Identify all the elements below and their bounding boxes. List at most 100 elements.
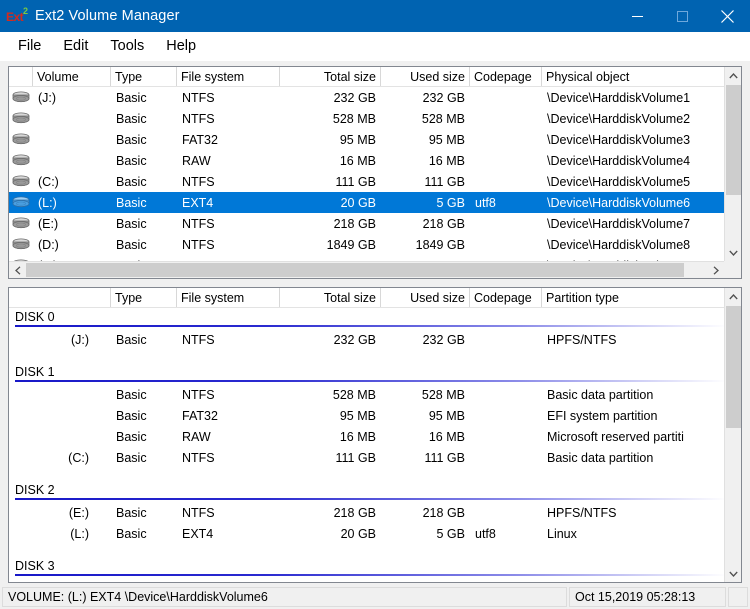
disk-group-rule: [15, 498, 727, 500]
minimize-button[interactable]: [615, 0, 660, 32]
cell-file-system: NTFS: [182, 90, 215, 105]
column-header-disk-codepage[interactable]: Codepage: [470, 288, 542, 307]
cell-used-size: 218 GB: [422, 216, 465, 231]
maximize-button[interactable]: [660, 0, 705, 32]
volume-row[interactable]: (C:) Basic NTFS 111 GB 111 GB \Device\Harddis…: [9, 171, 741, 192]
cell-partition-volume: (J:): [70, 332, 89, 347]
partition-row[interactable]: Basic FAT32 95 MB 95 MB EFI system partition: [9, 405, 741, 426]
cell-partition-total-size: 95 MB: [339, 408, 376, 423]
partition-row[interactable]: (E:) Basic NTFS 218 GB 218 GB HPFS/NTFS: [9, 502, 741, 523]
cell-partition-total-size: 232 GB: [333, 332, 376, 347]
column-header-disk-type[interactable]: Type: [111, 288, 177, 307]
disk-group-spacer: [9, 350, 741, 363]
column-header-physical-object[interactable]: Physical object: [542, 67, 712, 86]
disk-group-title[interactable]: DISK 1: [9, 363, 741, 380]
scroll-up-icon[interactable]: [725, 67, 741, 84]
column-header-disk-total-size[interactable]: Total size: [280, 288, 381, 307]
scroll-right-icon[interactable]: [707, 262, 724, 278]
volume-row[interactable]: Basic FAT32 95 MB 95 MB \Device\HarddiskVolu…: [9, 129, 741, 150]
partition-row[interactable]: Basic NTFS 528 MB 528 MB Basic data partitio…: [9, 384, 741, 405]
volume-list-hscroll-thumb[interactable]: [26, 263, 684, 277]
window-controls: [615, 0, 750, 32]
status-volume-info: VOLUME: (L:) EXT4 \Device\HarddiskVolume…: [2, 587, 567, 607]
cell-partition-type-basic: Basic: [116, 505, 147, 520]
volume-list-header: Volume Type File system Total size Used …: [9, 67, 741, 87]
volume-row[interactable]: (D:) Basic NTFS 1849 GB 1849 GB \Device\Hardd…: [9, 234, 741, 255]
cell-type: Basic: [116, 90, 147, 105]
column-header-disk-used-size[interactable]: Used size: [381, 288, 470, 307]
scroll-down-icon[interactable]: [725, 244, 741, 261]
column-header-codepage[interactable]: Codepage: [470, 67, 542, 86]
column-header-icon[interactable]: [9, 67, 33, 86]
cell-physical-object: \Device\HarddiskVolume8: [547, 237, 691, 252]
cell-total-size: 20 GB: [340, 195, 376, 210]
resize-grip[interactable]: [728, 587, 748, 607]
column-header-volume[interactable]: Volume: [33, 67, 111, 86]
disk-group-title[interactable]: DISK 3: [9, 557, 741, 574]
disk-group-title[interactable]: DISK 0: [9, 308, 741, 325]
cell-total-size: 218 GB: [333, 216, 376, 231]
volume-list-scroll-thumb[interactable]: [726, 85, 741, 195]
volume-row[interactable]: Basic RAW 16 MB 16 MB \Device\HarddiskVolume…: [9, 150, 741, 171]
scrollbar-corner: [724, 261, 741, 278]
cell-partition-file-system: NTFS: [182, 387, 215, 402]
cell-volume: (J:): [38, 90, 57, 105]
cell-partition-type-basic: Basic: [116, 429, 147, 444]
cell-file-system: RAW: [182, 153, 211, 168]
cell-partition-type-basic: Basic: [116, 387, 147, 402]
disk-scroll-up-icon[interactable]: [725, 288, 741, 305]
column-header-disk-file-system[interactable]: File system: [177, 288, 280, 307]
column-header-used-size[interactable]: Used size: [381, 67, 470, 86]
disk-list-vertical-scrollbar[interactable]: [724, 288, 741, 582]
volume-list-horizontal-scrollbar[interactable]: [9, 261, 724, 278]
cell-physical-object: \Device\HarddiskVolume4: [547, 153, 691, 168]
cell-physical-object: \Device\HarddiskVolume7: [547, 216, 691, 231]
menu-item-tools[interactable]: Tools: [99, 35, 155, 58]
cell-total-size: 111 GB: [335, 174, 376, 189]
menu-item-help[interactable]: Help: [155, 35, 207, 58]
disk-icon: [9, 133, 33, 146]
close-button[interactable]: [705, 0, 750, 32]
column-header-file-system[interactable]: File system: [177, 67, 280, 86]
cell-used-size: 111 GB: [424, 174, 465, 189]
volume-row[interactable]: Basic NTFS 528 MB 528 MB \Device\HarddiskVol…: [9, 108, 741, 129]
volume-list-vertical-scrollbar[interactable]: [724, 67, 741, 261]
cell-volume: (D:): [38, 237, 59, 252]
partition-row[interactable]: (J:) Basic NTFS 232 GB 232 GB HPFS/NTFS: [9, 329, 741, 350]
cell-file-system: NTFS: [182, 237, 215, 252]
partition-row[interactable]: (C:) Basic NTFS 111 GB 111 GB Basic data part…: [9, 447, 741, 468]
column-header-disk-volume[interactable]: [9, 288, 111, 307]
column-header-total-size[interactable]: Total size: [280, 67, 381, 86]
app-logo-icon: Ext 2: [6, 6, 30, 26]
disk-icon: [9, 196, 33, 209]
disk-group: DISK 0 (J:) Basic NTFS 232 GB 232 GB HPFS/NTFS: [9, 308, 741, 363]
cell-used-size: 1849 GB: [415, 237, 465, 252]
volume-row[interactable]: (E:) Basic NTFS 218 GB 218 GB \Device\Harddis…: [9, 213, 741, 234]
disk-list-panel: Type File system Total size Used size Co…: [8, 287, 742, 583]
volume-row[interactable]: (L:) Basic EXT4 20 GB 5 GB utf8 \Device\Harddi…: [9, 192, 741, 213]
disk-list-scroll-thumb[interactable]: [726, 306, 741, 428]
cell-partition-volume: (E:): [68, 505, 89, 520]
cell-type: Basic: [116, 237, 147, 252]
disk-scroll-down-icon[interactable]: [725, 565, 741, 582]
cell-partition-type: Microsoft reserved partiti: [547, 429, 684, 444]
cell-partition-type: Basic data partition: [547, 387, 654, 402]
disk-group-spacer: [9, 468, 741, 481]
cell-partition-type-basic: Basic: [116, 526, 147, 541]
cell-partition-used-size: 5 GB: [436, 526, 466, 541]
cell-physical-object: \Device\HarddiskVolume3: [547, 132, 691, 147]
partition-row[interactable]: Basic RAW 16 MB 16 MB Microsoft reserved par…: [9, 426, 741, 447]
menu-item-file[interactable]: File: [7, 35, 52, 58]
column-header-type[interactable]: Type: [111, 67, 177, 86]
cell-type: Basic: [116, 174, 147, 189]
volume-row[interactable]: (J:) Basic NTFS 232 GB 232 GB \Device\Harddis…: [9, 87, 741, 108]
cell-file-system: NTFS: [182, 174, 215, 189]
menu-item-edit[interactable]: Edit: [52, 35, 99, 58]
scroll-left-icon[interactable]: [9, 262, 26, 278]
partition-row[interactable]: (L:) Basic EXT4 20 GB 5 GB utf8 Linux: [9, 523, 741, 544]
cell-volume: (E:): [38, 216, 59, 231]
disk-group-title[interactable]: DISK 2: [9, 481, 741, 498]
cell-partition-used-size: 16 MB: [428, 429, 465, 444]
cell-partition-codepage: utf8: [475, 526, 496, 541]
column-header-partition-type[interactable]: Partition type: [542, 288, 688, 307]
